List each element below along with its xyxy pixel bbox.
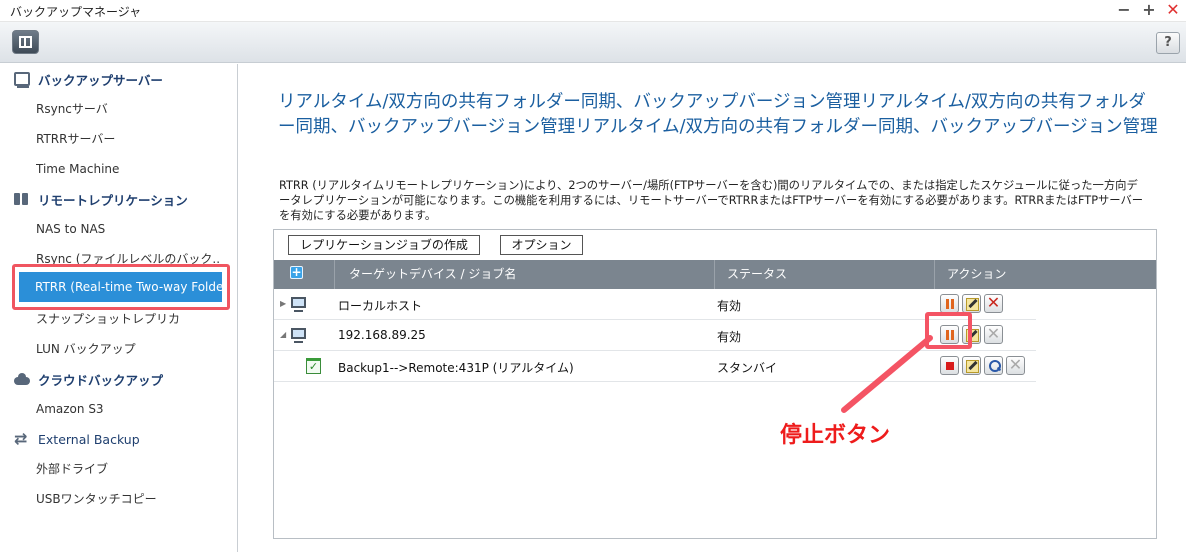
delete-button[interactable]: ✕ bbox=[984, 325, 1003, 344]
job-name: Backup1-->Remote:431P (リアルタイム) bbox=[338, 361, 574, 375]
sidebar-item-snapshot-replica[interactable]: スナップショットレプリカ bbox=[36, 309, 180, 329]
view-log-button[interactable] bbox=[984, 356, 1003, 375]
sidebar-item-rtrr[interactable]: RTRR (Real-time Two-way Folder ... bbox=[19, 272, 222, 302]
page-title: リアルタイム/双方向の共有フォルダー同期、バックアップバージョン管理リアルタイム… bbox=[278, 92, 1158, 137]
pause-button[interactable] bbox=[940, 294, 959, 313]
table-header-add: + bbox=[274, 260, 335, 289]
layout-toggle-button[interactable] bbox=[12, 30, 39, 54]
options-button[interactable]: オプション bbox=[500, 235, 583, 255]
status-text: スタンバイ bbox=[717, 361, 778, 375]
sidebar-item-rsync-server[interactable]: Rsyncサーバ bbox=[36, 99, 108, 119]
expand-arrow-icon[interactable]: ▶ bbox=[280, 299, 286, 308]
sidebar-group-label: バックアップサーバー bbox=[38, 72, 163, 88]
sidebar-group-label: リモートレプリケーション bbox=[38, 192, 188, 208]
sidebar-item-time-machine[interactable]: Time Machine bbox=[36, 159, 119, 179]
device-name: ローカルホスト bbox=[338, 299, 423, 313]
cloud-icon bbox=[14, 372, 30, 386]
table-header-target[interactable]: ターゲットデバイス / ジョブ名 bbox=[335, 260, 715, 289]
delete-button[interactable]: ✕ bbox=[1006, 356, 1025, 375]
collapse-arrow-icon[interactable]: ◢ bbox=[280, 330, 286, 339]
job-check-icon: ✓ bbox=[306, 358, 321, 374]
device-name: 192.168.89.25 bbox=[338, 328, 426, 342]
toolbar: ? bbox=[0, 22, 1186, 63]
help-button[interactable]: ? bbox=[1156, 32, 1180, 54]
sidebar-group-remote-replication[interactable]: リモートレプリケーション bbox=[14, 188, 188, 210]
computer-icon bbox=[291, 328, 306, 343]
annotation-arrow bbox=[841, 335, 933, 413]
minimize-icon[interactable]: − bbox=[1115, 1, 1133, 19]
table-header-status[interactable]: ステータス bbox=[715, 260, 935, 289]
close-icon[interactable]: ✕ bbox=[1164, 1, 1182, 19]
sidebar-item-external-drive[interactable]: 外部ドライブ bbox=[36, 459, 108, 479]
status-text: 有効 bbox=[717, 330, 742, 344]
computer-icon bbox=[291, 297, 306, 312]
replication-job-panel: レプリケーションジョブの作成 オプション + ターゲットデバイス / ジョブ名 … bbox=[273, 229, 1157, 539]
sync-icon: ⇄ bbox=[14, 429, 28, 448]
create-replication-job-button[interactable]: レプリケーションジョブの作成 bbox=[288, 235, 480, 255]
window-titlebar: バックアップマネージャ − + ✕ bbox=[0, 0, 1186, 22]
sidebar-item-rtrr-server[interactable]: RTRRサーバー bbox=[36, 129, 115, 149]
replication-icon bbox=[14, 192, 30, 206]
table-header: + ターゲットデバイス / ジョブ名 ステータス アクション bbox=[274, 260, 1156, 289]
server-icon bbox=[14, 72, 30, 88]
sidebar-item-usb-one-touch[interactable]: USBワンタッチコピー bbox=[36, 489, 157, 509]
table-row[interactable]: ▶ ローカルホスト 有効 ✕ bbox=[274, 289, 1036, 320]
sidebar-item-amazon-s3[interactable]: Amazon S3 bbox=[36, 399, 104, 419]
sidebar-selection-highlight: RTRR (Real-time Two-way Folder ... bbox=[12, 264, 230, 310]
maximize-icon[interactable]: + bbox=[1140, 1, 1158, 19]
panel-layout-icon bbox=[19, 36, 32, 48]
sidebar-group-cloud-backup[interactable]: クラウドバックアップ bbox=[14, 368, 163, 390]
sidebar-group-label: External Backup bbox=[38, 431, 140, 447]
page-description: RTRR (リアルタイムリモートレプリケーション)により、2つのサーバー/場所(… bbox=[279, 179, 1144, 222]
edit-button[interactable] bbox=[962, 356, 981, 375]
window-title: バックアップマネージャ bbox=[10, 5, 142, 19]
sidebar: バックアップサーバー Rsyncサーバ RTRRサーバー Time Machin… bbox=[0, 64, 238, 552]
table-header-action: アクション bbox=[947, 267, 1007, 281]
sidebar-item-lun-backup[interactable]: LUN バックアップ bbox=[36, 339, 136, 359]
edit-button[interactable] bbox=[962, 294, 981, 313]
sidebar-group-label: クラウドバックアップ bbox=[38, 372, 164, 388]
annotation-label: 停止ボタン bbox=[780, 422, 891, 448]
sidebar-item-nas-to-nas[interactable]: NAS to NAS bbox=[36, 219, 105, 239]
sidebar-group-backup-server[interactable]: バックアップサーバー bbox=[14, 68, 163, 90]
sidebar-group-external-backup[interactable]: ⇄ External Backup bbox=[14, 428, 140, 450]
status-text: 有効 bbox=[717, 299, 742, 313]
add-icon[interactable]: + bbox=[290, 266, 303, 279]
delete-button[interactable]: ✕ bbox=[984, 294, 1003, 313]
